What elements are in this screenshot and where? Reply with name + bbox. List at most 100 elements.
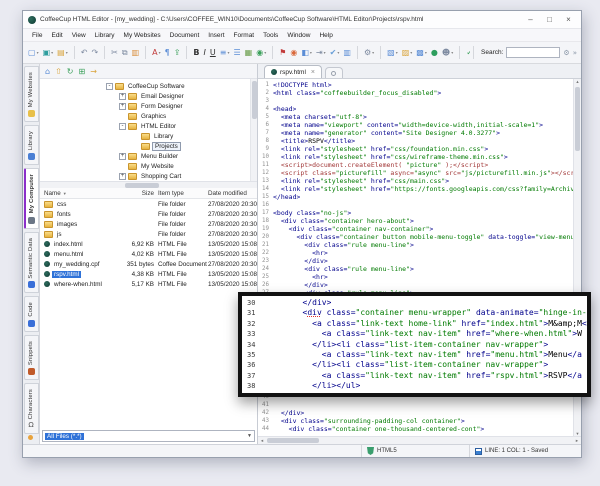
- expander-icon[interactable]: +: [119, 173, 126, 180]
- go-folder-icon[interactable]: →: [90, 67, 97, 76]
- sidebar-tab-library[interactable]: Library: [24, 125, 39, 165]
- sidebar-tab-my-websites[interactable]: My Websites: [24, 66, 39, 122]
- tree-item-html-editor[interactable]: -HTML Editor: [40, 121, 257, 131]
- sidebar-tab-snippets[interactable]: Snippets: [24, 335, 39, 380]
- link-icon[interactable]: ◉▾: [255, 47, 267, 58]
- redo-icon[interactable]: ↷: [90, 47, 99, 58]
- refresh-icon[interactable]: ↻: [67, 67, 74, 76]
- menu-item-document[interactable]: Document: [170, 32, 200, 39]
- sidebar-tab-my-computer[interactable]: My Computer: [24, 168, 39, 228]
- new-tab-button[interactable]: [325, 67, 343, 78]
- font-icon[interactable]: A▾: [151, 47, 162, 58]
- tree-item-menu-builder[interactable]: +Menu Builder: [40, 151, 257, 161]
- menu-item-edit[interactable]: Edit: [51, 32, 62, 39]
- editor-tab-rspv[interactable]: rspv.html ×: [264, 65, 322, 78]
- indent-icon[interactable]: ⇥▾: [315, 47, 327, 58]
- file-row-js[interactable]: jsFile folder27/08/2020 20:30: [40, 229, 257, 239]
- paste-icon[interactable]: ▥: [131, 47, 141, 58]
- desktop-icon[interactable]: ⌂: [45, 67, 50, 76]
- file-row-index-html[interactable]: index.html6,92 KBHTML File13/05/2020 15:…: [40, 239, 257, 249]
- special-character-icon[interactable]: ¶: [164, 47, 171, 58]
- expander-icon[interactable]: -: [119, 123, 126, 130]
- toolbar-overflow-icon[interactable]: »: [573, 49, 577, 57]
- tree-horizontal-scrollbar[interactable]: [40, 181, 257, 188]
- menu-item-view[interactable]: View: [72, 32, 86, 39]
- file-row-where-when-html[interactable]: where-when.html5,17 KBHTML File13/05/202…: [40, 279, 257, 289]
- open-icon[interactable]: ▤▾: [56, 47, 69, 58]
- underline-icon[interactable]: U: [209, 47, 217, 58]
- tree-item-coffeecup-software[interactable]: -CoffeeCup Software: [40, 81, 257, 91]
- file-row-images[interactable]: imagesFile folder27/08/2020 20:30: [40, 219, 257, 229]
- editor-horizontal-scrollbar[interactable]: ◄ ►: [258, 436, 581, 444]
- file-row-fonts[interactable]: fontsFile folder27/08/2020 20:30: [40, 209, 257, 219]
- file-filter-dropdown[interactable]: All Files (*.*) ▼: [42, 430, 255, 442]
- tree-item-form-designer[interactable]: +Form Designer: [40, 101, 257, 111]
- palette-icon[interactable]: ◧▾: [300, 47, 313, 58]
- close-button[interactable]: ×: [561, 13, 576, 27]
- file-row-rspv-html[interactable]: rspv.html4,38 KBHTML File13/05/2020 15:0…: [40, 269, 257, 279]
- new-document-icon[interactable]: ▢▾: [27, 47, 40, 58]
- maximize-button[interactable]: □: [542, 13, 557, 27]
- new-folder-icon[interactable]: ⊞: [78, 67, 85, 76]
- cut-icon[interactable]: ✂: [110, 47, 119, 58]
- menu-item-tools[interactable]: Tools: [263, 32, 278, 39]
- copy-icon[interactable]: ⧉: [121, 47, 129, 58]
- style-check-icon[interactable]: ✔▾: [329, 47, 341, 58]
- scrollbar-thumb[interactable]: [575, 87, 580, 151]
- tree-vertical-scrollbar[interactable]: [250, 79, 257, 181]
- menu-item-format[interactable]: Format: [234, 32, 255, 39]
- sidebar-tab-code[interactable]: Code: [24, 296, 39, 332]
- sidebar-tab-semantic-data[interactable]: Semantic Data: [24, 232, 39, 294]
- tree-item-my-website[interactable]: My Website: [40, 161, 257, 171]
- bold-icon[interactable]: B: [192, 47, 200, 58]
- undo-icon[interactable]: ↶: [80, 47, 89, 58]
- tab-close-icon[interactable]: ×: [311, 69, 315, 76]
- file-row-css[interactable]: cssFile folder27/08/2020 20:30: [40, 199, 257, 209]
- flag-icon[interactable]: ⚑: [278, 47, 287, 58]
- align-icon[interactable]: ≡▾: [219, 47, 231, 58]
- new-window-icon[interactable]: ▧▾: [386, 47, 399, 58]
- scrollbar-thumb[interactable]: [252, 81, 257, 119]
- color-wheel-icon[interactable]: ◉: [289, 47, 298, 58]
- preview-icon[interactable]: ▩▾: [415, 47, 428, 58]
- column-header-type[interactable]: Item type: [158, 190, 208, 197]
- columns-icon[interactable]: ▥: [342, 47, 352, 58]
- save-icon[interactable]: ▣▾: [42, 47, 55, 58]
- search-options-icon[interactable]: ⚙: [563, 49, 569, 57]
- menu-item-file[interactable]: File: [32, 32, 42, 39]
- open-browser-icon[interactable]: ▨▾: [401, 47, 414, 58]
- tree-item-shopping-cart[interactable]: +Shopping Cart: [40, 171, 257, 181]
- expander-icon[interactable]: +: [119, 103, 126, 110]
- tree-item-graphics[interactable]: Graphics: [40, 111, 257, 121]
- upload-icon[interactable]: ⇪: [173, 47, 182, 58]
- folder-tree[interactable]: -CoffeeCup Software+Email Designer+Form …: [40, 79, 257, 181]
- expander-icon[interactable]: +: [119, 93, 126, 100]
- user-icon[interactable]: ☻▾: [441, 47, 454, 58]
- file-row-my-wedding-cpf[interactable]: my_wedding.cpf351 bytesCoffee Document27…: [40, 259, 257, 269]
- tree-item-projects[interactable]: Projects: [40, 141, 257, 151]
- column-header-date[interactable]: Date modified: [208, 190, 257, 197]
- scroll-left-icon[interactable]: ◄: [260, 438, 264, 443]
- search-input[interactable]: [506, 47, 560, 58]
- scrollbar-thumb[interactable]: [125, 183, 159, 188]
- menu-item-my-websites[interactable]: My Websites: [124, 32, 161, 39]
- image-icon[interactable]: ▦: [244, 47, 254, 58]
- file-row-menu-html[interactable]: menu.html4,02 KBHTML File13/05/2020 15:0…: [40, 249, 257, 259]
- tree-item-email-designer[interactable]: +Email Designer: [40, 91, 257, 101]
- column-header-size[interactable]: Size: [120, 190, 158, 197]
- italic-icon[interactable]: I: [203, 47, 207, 58]
- publish-icon[interactable]: ●: [430, 47, 439, 58]
- spellcheck-icon[interactable]: ✓▾: [465, 47, 470, 58]
- menu-item-library[interactable]: Library: [95, 32, 115, 39]
- menu-item-window[interactable]: Window: [287, 32, 310, 39]
- menu-item-insert[interactable]: Insert: [208, 32, 224, 39]
- scroll-up-icon[interactable]: ▲: [576, 79, 580, 84]
- scrollbar-thumb[interactable]: [267, 438, 319, 443]
- minimize-button[interactable]: –: [523, 13, 538, 27]
- sidebar-tab-characters[interactable]: CharactersΩ: [24, 383, 39, 434]
- column-header-name[interactable]: Name ▼: [40, 190, 120, 197]
- menu-item-help[interactable]: Help: [319, 32, 332, 39]
- folder-up-icon[interactable]: ⇧: [55, 67, 62, 76]
- expander-icon[interactable]: +: [119, 153, 126, 160]
- expander-icon[interactable]: -: [106, 83, 113, 90]
